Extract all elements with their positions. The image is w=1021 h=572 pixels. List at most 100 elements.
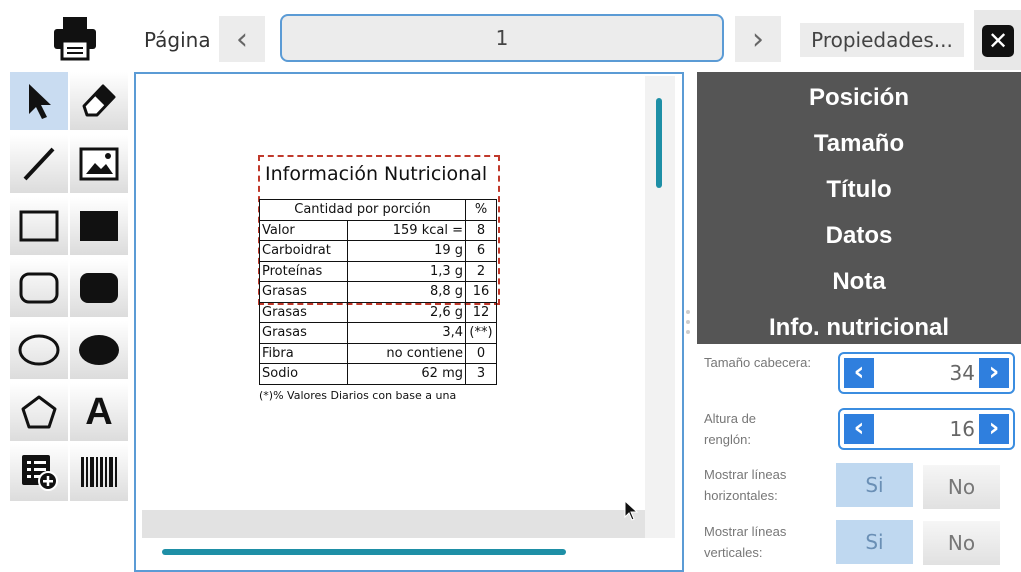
ellipse-tool[interactable]	[10, 321, 68, 379]
table-row: Valor 159 kcal = 8	[259, 219, 497, 241]
table-header-row: Cantidad por porción %	[259, 199, 497, 221]
vertical-lines-no-toggle[interactable]: No	[923, 521, 1000, 565]
rounded-rect-outline-icon	[19, 272, 59, 304]
barcode-icon	[81, 457, 117, 487]
eraser-tool[interactable]	[70, 72, 128, 130]
text-tool[interactable]: A	[70, 383, 128, 441]
pct-header: %	[465, 199, 497, 221]
table-row: Proteínas 1,3 g2	[259, 260, 497, 282]
nutrient-amount: 19 g	[347, 240, 466, 262]
rounded-rect-tool[interactable]	[10, 259, 68, 317]
close-icon: ✕	[982, 25, 1014, 57]
image-tool[interactable]	[70, 135, 128, 193]
arrow-icon	[29, 84, 51, 119]
vertical-lines-label: Mostrar líneas verticales:	[704, 524, 787, 560]
nutrient-name: Grasas	[259, 301, 348, 323]
chevron-right-icon: ›	[752, 21, 764, 57]
rectangle-tool[interactable]	[10, 197, 68, 255]
mouse-cursor-icon	[624, 500, 639, 521]
pentagon-icon	[21, 395, 57, 429]
nutrient-name: Valor	[259, 219, 348, 241]
nutrient-pct: (**)	[465, 322, 497, 344]
barcode-tool[interactable]	[70, 443, 128, 501]
row-height-label: Altura de renglón:	[704, 411, 757, 447]
nutrient-amount: no contiene	[347, 342, 466, 364]
panel-splitter-handle[interactable]	[686, 310, 692, 340]
line-icon	[23, 147, 55, 181]
table-add-icon	[22, 455, 58, 491]
chevron-left-icon: ‹	[236, 21, 248, 57]
nutrient-pct: 2	[465, 260, 497, 282]
table-row: Grasas 2,6 g 12	[259, 301, 497, 323]
header-size-label: Tamaño cabecera:	[704, 355, 811, 370]
page-number-field[interactable]: 1	[280, 14, 724, 62]
header-size-stepper[interactable]: ‹ 34 ›	[838, 352, 1015, 394]
add-table-tool[interactable]	[10, 443, 68, 501]
horizontal-scrollbar[interactable]	[162, 549, 566, 555]
nutrition-table: Cantidad por porción % Valor 159 kcal = 8 …	[259, 199, 497, 385]
filled-rectangle-tool[interactable]	[70, 197, 128, 255]
decrement-button[interactable]: ‹	[844, 358, 874, 388]
image-icon	[79, 147, 119, 181]
nutrient-pct: 6	[465, 240, 497, 262]
menu-item-title[interactable]: Título	[697, 176, 1021, 204]
increment-button[interactable]: ›	[979, 414, 1009, 444]
rounded-rect-filled-icon	[80, 273, 118, 303]
increment-button[interactable]: ›	[979, 358, 1009, 388]
vertical-lines-yes-toggle[interactable]: Si	[836, 520, 913, 564]
page-label: Página	[144, 28, 211, 52]
close-button[interactable]: ✕	[974, 10, 1021, 70]
nutrient-name: Proteínas	[259, 260, 348, 282]
nutrient-amount: 2,6 g	[347, 301, 466, 323]
nutrition-footnote: (*)% Valores Diarios con base a una	[259, 389, 457, 402]
table-row: Sodio 62 mg 3	[259, 363, 497, 385]
nutrient-pct: 12	[465, 301, 497, 323]
previous-page-button[interactable]: ‹	[219, 16, 265, 62]
text-icon: A	[85, 390, 113, 433]
horizontal-lines-label: Mostrar líneas horizontales:	[704, 467, 787, 503]
menu-item-position[interactable]: Posición	[697, 84, 1021, 112]
ellipse-outline-icon	[18, 334, 60, 366]
table-row: Carboidrat 19 g6	[259, 240, 497, 262]
eraser-icon	[82, 84, 116, 117]
horizontal-lines-yes-toggle[interactable]: Si	[836, 463, 913, 507]
row-height-stepper[interactable]: ‹ 16 ›	[838, 408, 1015, 450]
next-page-button[interactable]: ›	[735, 16, 781, 62]
menu-item-nutrition-info[interactable]: Info. nutricional	[697, 314, 1021, 342]
nutrient-amount: 3,4	[347, 322, 466, 344]
nutrient-name: Grasas	[259, 322, 348, 344]
nutrient-amount: 1,3 g	[347, 260, 466, 282]
filled-rounded-rect-tool[interactable]	[70, 259, 128, 317]
serving-header: Cantidad por porción	[259, 199, 466, 221]
nutrient-pct: 16	[465, 281, 497, 303]
ellipse-filled-icon	[79, 335, 119, 365]
nutrient-name: Carboidrat	[259, 240, 348, 262]
nutrient-pct: 0	[465, 342, 497, 364]
header-size-value: 34	[949, 361, 975, 385]
element-menu-panel: Posición Tamaño Título Datos Nota Info. …	[697, 72, 1021, 344]
printer-icon	[54, 17, 96, 61]
nutrient-name: Fibra	[259, 342, 348, 364]
table-row: Fibra no contiene 0	[259, 342, 497, 364]
properties-button[interactable]: Propiedades...	[800, 23, 964, 57]
menu-item-data[interactable]: Datos	[697, 222, 1021, 250]
print-button[interactable]	[52, 15, 98, 61]
nutrient-amount: 159 kcal =	[347, 219, 466, 241]
line-tool[interactable]	[10, 135, 68, 193]
menu-item-note[interactable]: Nota	[697, 268, 1021, 296]
table-row: Grasas 8,8 g 16	[259, 281, 497, 303]
select-tool[interactable]	[10, 72, 68, 130]
menu-item-size[interactable]: Tamaño	[697, 130, 1021, 158]
nutrition-title: Información Nutricional	[265, 163, 488, 185]
nutrient-pct: 8	[465, 219, 497, 241]
horizontal-scroll-track[interactable]	[142, 510, 645, 538]
nutrient-name: Grasas	[259, 281, 348, 303]
nutrient-name: Sodio	[259, 363, 348, 385]
vertical-scrollbar[interactable]	[656, 98, 662, 188]
filled-ellipse-tool[interactable]	[70, 321, 128, 379]
horizontal-lines-no-toggle[interactable]: No	[923, 465, 1000, 509]
decrement-button[interactable]: ‹	[844, 414, 874, 444]
row-height-value: 16	[949, 417, 975, 441]
nutrient-amount: 8,8 g	[347, 281, 466, 303]
polygon-tool[interactable]	[10, 383, 68, 441]
